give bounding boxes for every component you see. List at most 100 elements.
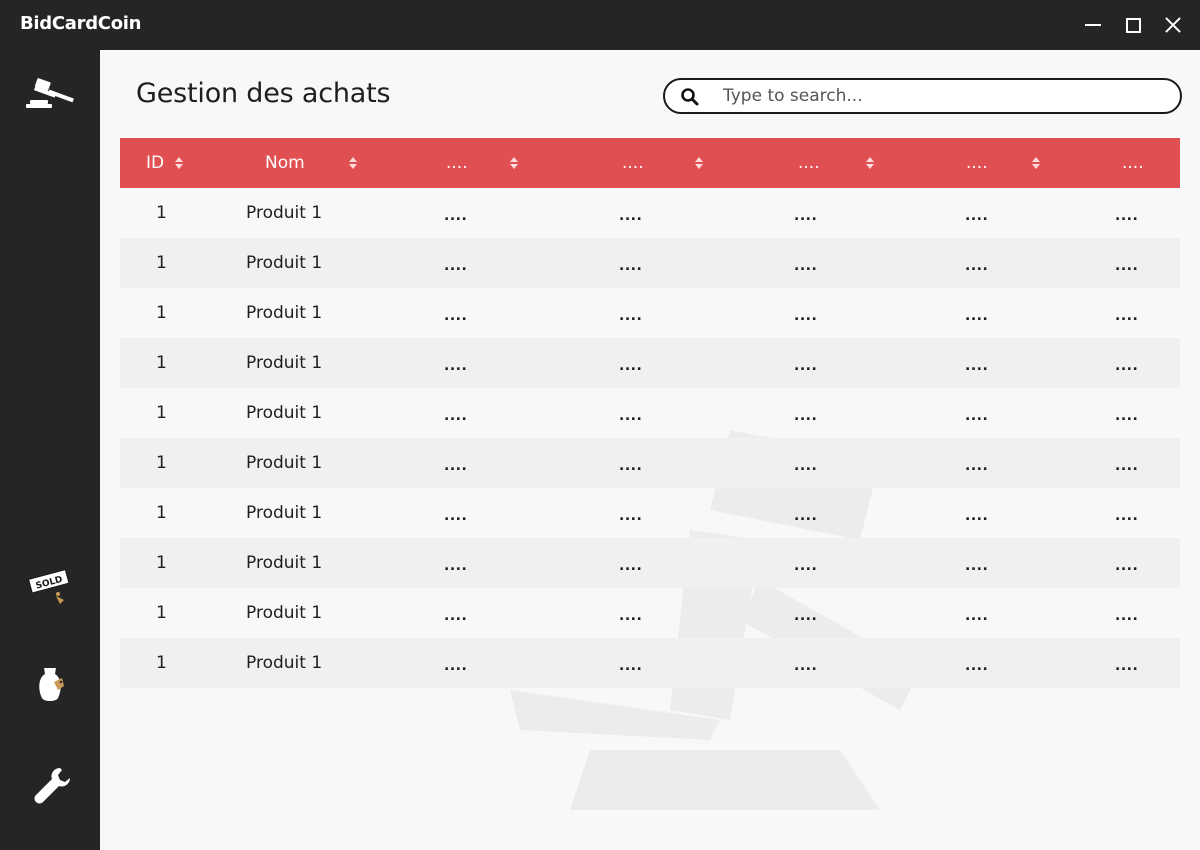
table-row[interactable]: 1 Produit 1.................... <box>120 388 1180 438</box>
column-header-3[interactable]: .... <box>446 138 518 188</box>
column-header-label: .... <box>1122 153 1144 173</box>
table-cell: .... <box>794 308 818 324</box>
column-header-id[interactable]: ID <box>146 138 183 188</box>
table-cell: 1 <box>156 553 167 573</box>
table-row[interactable]: 1 Produit 1.................... <box>120 588 1180 638</box>
table-cell: Produit 1 <box>246 353 323 373</box>
table-cell: 1 <box>156 353 167 373</box>
table-cell: Produit 1 <box>246 653 323 673</box>
sort-icon[interactable] <box>1032 157 1040 169</box>
table-cell: .... <box>794 258 818 274</box>
table-cell: .... <box>794 558 818 574</box>
table-cell: .... <box>444 408 468 424</box>
minimize-button[interactable] <box>1078 10 1108 40</box>
column-header-nom[interactable]: Nom <box>265 138 357 188</box>
table-cell: .... <box>444 208 468 224</box>
table-cell: .... <box>1115 408 1139 424</box>
table-body: 1 Produit 1.................... 1 Produit 1… <box>120 188 1180 688</box>
table-cell: .... <box>794 458 818 474</box>
column-header-7[interactable]: .... <box>1122 138 1144 188</box>
table-cell: .... <box>619 308 643 324</box>
table-cell: Produit 1 <box>246 453 323 473</box>
column-header-label: ID <box>146 153 165 173</box>
column-header-label: .... <box>622 153 644 173</box>
table-cell: .... <box>444 308 468 324</box>
table-cell: .... <box>619 608 643 624</box>
table-row[interactable]: 1 Produit 1.................... <box>120 188 1180 238</box>
column-header-4[interactable]: .... <box>622 138 703 188</box>
sidebar-item-sales[interactable]: SOLD <box>20 560 80 610</box>
table-cell: .... <box>619 208 643 224</box>
sort-icon[interactable] <box>175 157 183 169</box>
app-title: BidCardCoin <box>20 13 142 34</box>
table-cell: 1 <box>156 403 167 423</box>
sold-tag-icon: SOLD <box>27 569 70 604</box>
sort-icon[interactable] <box>349 157 357 169</box>
table-row[interactable]: 1 Produit 1.................... <box>120 438 1180 488</box>
close-button[interactable] <box>1158 10 1188 40</box>
table-cell: 1 <box>156 203 167 223</box>
purchases-table: ID Nom .... .... .... .... .... 1 Produi… <box>120 138 1180 688</box>
table-cell: .... <box>619 558 643 574</box>
sort-icon[interactable] <box>510 157 518 169</box>
table-cell: .... <box>1115 458 1139 474</box>
table-cell: .... <box>1115 208 1139 224</box>
sort-icon[interactable] <box>695 157 703 169</box>
table-cell: Produit 1 <box>246 403 323 423</box>
table-row[interactable]: 1 Produit 1.................... <box>120 488 1180 538</box>
column-header-6[interactable]: .... <box>966 138 1040 188</box>
table-row[interactable]: 1 Produit 1.................... <box>120 538 1180 588</box>
table-cell: .... <box>1115 558 1139 574</box>
table-row[interactable]: 1 Produit 1.................... <box>120 638 1180 688</box>
table-cell: .... <box>1115 508 1139 524</box>
table-cell: Produit 1 <box>246 203 323 223</box>
table-cell: .... <box>965 658 989 674</box>
table-cell: Produit 1 <box>246 503 323 523</box>
table-cell: .... <box>1115 608 1139 624</box>
table-cell: .... <box>965 458 989 474</box>
table-row[interactable]: 1 Produit 1.................... <box>120 338 1180 388</box>
table-row[interactable]: 1 Produit 1.................... <box>120 238 1180 288</box>
table-cell: .... <box>619 658 643 674</box>
sidebar-item-objects[interactable] <box>20 660 80 710</box>
sidebar-item-settings[interactable] <box>20 760 80 810</box>
table-cell: .... <box>444 508 468 524</box>
table-cell: .... <box>1115 358 1139 374</box>
column-header-5[interactable]: .... <box>798 138 874 188</box>
search-icon <box>681 88 699 106</box>
table-cell: .... <box>965 408 989 424</box>
sidebar-item-auctions[interactable] <box>20 70 80 120</box>
table-cell: .... <box>444 358 468 374</box>
table-cell: .... <box>965 208 989 224</box>
gavel-icon <box>26 78 74 108</box>
table-cell: 1 <box>156 503 167 523</box>
table-cell: .... <box>444 458 468 474</box>
column-header-label: .... <box>966 153 988 173</box>
sort-icon[interactable] <box>866 157 874 169</box>
table-cell: .... <box>1115 658 1139 674</box>
search-input[interactable] <box>723 84 1163 108</box>
table-cell: .... <box>619 358 643 374</box>
sidebar: SOLD <box>0 50 100 850</box>
table-cell: .... <box>444 658 468 674</box>
title-bar: BidCardCoin <box>0 0 1200 50</box>
table-cell: .... <box>1115 308 1139 324</box>
table-cell: .... <box>1115 258 1139 274</box>
table-cell: .... <box>965 558 989 574</box>
column-header-label: Nom <box>265 153 305 173</box>
table-cell: .... <box>619 508 643 524</box>
table-cell: .... <box>619 408 643 424</box>
maximize-button[interactable] <box>1118 10 1148 40</box>
table-cell: .... <box>794 208 818 224</box>
search-box <box>663 78 1182 114</box>
table-cell: .... <box>619 258 643 274</box>
table-cell: .... <box>794 508 818 524</box>
table-cell: .... <box>794 608 818 624</box>
table-cell: .... <box>965 258 989 274</box>
table-row[interactable]: 1 Produit 1.................... <box>120 288 1180 338</box>
table-cell: Produit 1 <box>246 253 323 273</box>
table-cell: .... <box>794 358 818 374</box>
table-cell: .... <box>444 558 468 574</box>
table-cell: .... <box>794 408 818 424</box>
wrench-icon <box>34 768 70 804</box>
